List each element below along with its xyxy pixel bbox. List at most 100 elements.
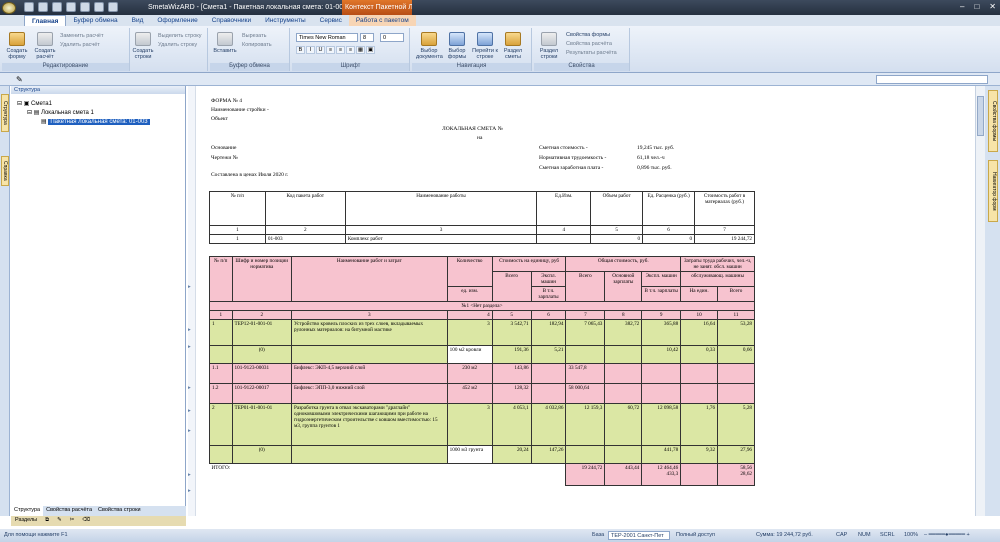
table-row[interactable]: 1.2 101-9122-00017 Бифлекс: ЭПП-3,0 нижн…: [209, 383, 755, 404]
section-icon: [505, 32, 521, 46]
gutter-marker-icon[interactable]: ▸: [188, 472, 191, 478]
vertical-scrollbar[interactable]: [975, 86, 985, 516]
pin-icon[interactable]: ✎: [16, 75, 23, 84]
create-form-button[interactable]: Создать форму: [4, 32, 30, 60]
pane-tab-calc-properties[interactable]: Свойства расчёта: [43, 506, 95, 516]
gutter-marker-icon[interactable]: ▸: [188, 488, 191, 494]
right-tab-form-navigator[interactable]: Навигатор форм: [988, 160, 998, 222]
summary-number-row: 1 2 3 4 5 6 7: [209, 225, 755, 235]
section-button[interactable]: Раздел сметы: [500, 32, 526, 60]
tab-tools[interactable]: Инструменты: [258, 15, 313, 26]
copy-button[interactable]: Копировать: [242, 42, 272, 48]
base-select[interactable]: ТЕР-2001 Санкт-Пет: [608, 531, 670, 540]
qat-open-icon[interactable]: [38, 2, 48, 12]
summary-table: № п/п Код пакета работ Наименование рабо…: [209, 191, 755, 244]
pane-tab-structure[interactable]: Структура: [11, 506, 44, 516]
cut-button[interactable]: Вырезать: [242, 33, 266, 39]
qat-save-icon[interactable]: [52, 2, 62, 12]
status-num: NUM: [858, 532, 871, 538]
border-icon[interactable]: ▦: [356, 46, 365, 54]
zoom-slider[interactable]: – ━━━━━●━━━━━ +: [924, 532, 970, 538]
estimate-header-row: № п/п Шифр и номер позиции норматива Наи…: [209, 256, 755, 302]
total-row[interactable]: ИТОГО: 19 244,72 443,44 12 464,46 433,3 5…: [209, 463, 755, 486]
labor-value: 61,18 чел.-ч: [637, 155, 665, 161]
form-select-icon: [449, 32, 465, 46]
right-tabs: Свойства формы Навигатор форм: [985, 86, 1000, 516]
qat-redo-icon[interactable]: [80, 2, 90, 12]
italic-button[interactable]: I: [306, 46, 315, 54]
table-row[interactable]: 1 ТЕР12-01-001-01 Устройство кровель пло…: [209, 319, 755, 346]
left-tab-structure[interactable]: Структура: [1, 94, 9, 132]
qat-new-icon[interactable]: [24, 2, 34, 12]
paste-button[interactable]: Вставить: [212, 32, 238, 54]
structure-pane-tabs: Структура Свойства расчёта Свойства стро…: [11, 506, 186, 516]
app-logo-icon[interactable]: [2, 2, 16, 14]
estimate-heading: ЛОКАЛЬНАЯ СМЕТА №: [442, 126, 503, 132]
delete-calc-button[interactable]: Удалить расчёт: [60, 42, 100, 48]
tab-design[interactable]: Оформление: [150, 15, 204, 26]
gutter-marker-icon[interactable]: ▸: [188, 344, 191, 350]
delete-section-icon[interactable]: ⌫: [82, 517, 90, 525]
gutter-marker-icon[interactable]: ▸: [188, 408, 191, 414]
sections-tab[interactable]: Разделы: [15, 517, 37, 525]
underline-button[interactable]: U: [316, 46, 325, 54]
table-row[interactable]: 1.1 101-9123-00031 Бифлекс: ЭКП-4,5 верх…: [209, 363, 755, 384]
rows-icon: [135, 32, 151, 46]
goto-row-button[interactable]: Перейти к строке: [472, 32, 498, 60]
copy-section-icon[interactable]: ⧉: [45, 517, 49, 525]
search-input[interactable]: [876, 75, 988, 84]
indent-input[interactable]: 0: [380, 33, 404, 42]
font-size-select[interactable]: 8: [360, 33, 374, 42]
align-left-icon[interactable]: ≡: [326, 46, 335, 54]
replace-calc-button[interactable]: Заменить расчёт: [60, 33, 104, 39]
tree-item-estimate[interactable]: ⊟ ▣ Смета1: [17, 100, 52, 107]
table-row[interactable]: 2 ТЕР01-01-001-01 Разработка грунта в от…: [209, 403, 755, 446]
table-row[interactable]: (0) 1000 м3 грунта 20,24 147,26 441,78 9…: [209, 445, 755, 464]
fill-color-icon[interactable]: ▣: [366, 46, 375, 54]
section-rows-button[interactable]: Раздел строки: [536, 32, 562, 60]
pane-tab-row-properties[interactable]: Свойства строки: [95, 506, 144, 516]
tab-view[interactable]: Вид: [125, 15, 151, 26]
calc-results-button[interactable]: Результаты расчёта: [566, 50, 617, 56]
qat-preview-icon[interactable]: [108, 2, 118, 12]
create-rows-button[interactable]: Создать строки: [130, 32, 156, 60]
scrollbar-thumb[interactable]: [977, 96, 984, 136]
left-tab-help[interactable]: Справка: [1, 156, 9, 186]
calc-properties-button[interactable]: Свойства расчёта: [566, 41, 612, 47]
minimize-button[interactable]: –: [960, 2, 964, 11]
gutter-marker-icon[interactable]: ▸: [188, 327, 191, 333]
qat-undo-icon[interactable]: [66, 2, 76, 12]
column-number-row: 1 2 3 4 5 6 7 8 9 10 11: [209, 310, 755, 320]
create-calc-button[interactable]: Создать расчёт: [32, 32, 58, 60]
gutter-marker-icon[interactable]: ▸: [188, 284, 191, 290]
cut-section-icon[interactable]: ✂: [70, 517, 75, 525]
bold-button[interactable]: B: [296, 46, 305, 54]
right-tab-form-properties[interactable]: Свойства формы: [988, 90, 998, 152]
select-document-button[interactable]: Выбор документа: [416, 32, 443, 60]
tab-references[interactable]: Справочники: [205, 15, 258, 26]
select-form-button[interactable]: Выбор формы: [444, 32, 470, 60]
calc-icon: [37, 32, 53, 46]
qat-print-icon[interactable]: [94, 2, 104, 12]
align-center-icon[interactable]: ≡: [336, 46, 345, 54]
table-row[interactable]: (0) 100 м2 кровли 191,36 5,21 10,42 0,33…: [209, 345, 755, 364]
close-button[interactable]: ✕: [989, 2, 996, 11]
tree-item-local-estimate[interactable]: ⊟ ▤ Локальная смета 1: [27, 109, 94, 116]
tab-service[interactable]: Сервис: [313, 15, 349, 26]
drawings-label: Чертежи №: [211, 155, 238, 161]
summary-data-row[interactable]: 1 01-003 Комплекс работ 0 0 19 244,72: [209, 234, 755, 244]
align-right-icon[interactable]: ≡: [346, 46, 355, 54]
tree-item-package-estimate[interactable]: ▤ Пакетная локальная смета: 01-003: [41, 118, 150, 125]
tab-package[interactable]: Работа с пакетом: [348, 15, 416, 26]
select-row-button[interactable]: Выделить строку: [158, 33, 202, 39]
edit-section-icon[interactable]: ✎: [57, 517, 62, 525]
gutter-marker-icon[interactable]: ▸: [188, 428, 191, 434]
tab-home[interactable]: Главная: [24, 15, 67, 26]
tab-clipboard[interactable]: Буфер обмена: [66, 15, 124, 26]
delete-row-button[interactable]: Удалить строку: [158, 42, 197, 48]
maximize-button[interactable]: □: [974, 2, 979, 11]
gutter-marker-icon[interactable]: ▸: [188, 385, 191, 391]
form-properties-button[interactable]: Свойства формы: [566, 32, 610, 38]
font-name-select[interactable]: Times New Roman: [296, 33, 358, 42]
section-title-row[interactable]: №1 <Нет раздела>: [209, 301, 755, 311]
